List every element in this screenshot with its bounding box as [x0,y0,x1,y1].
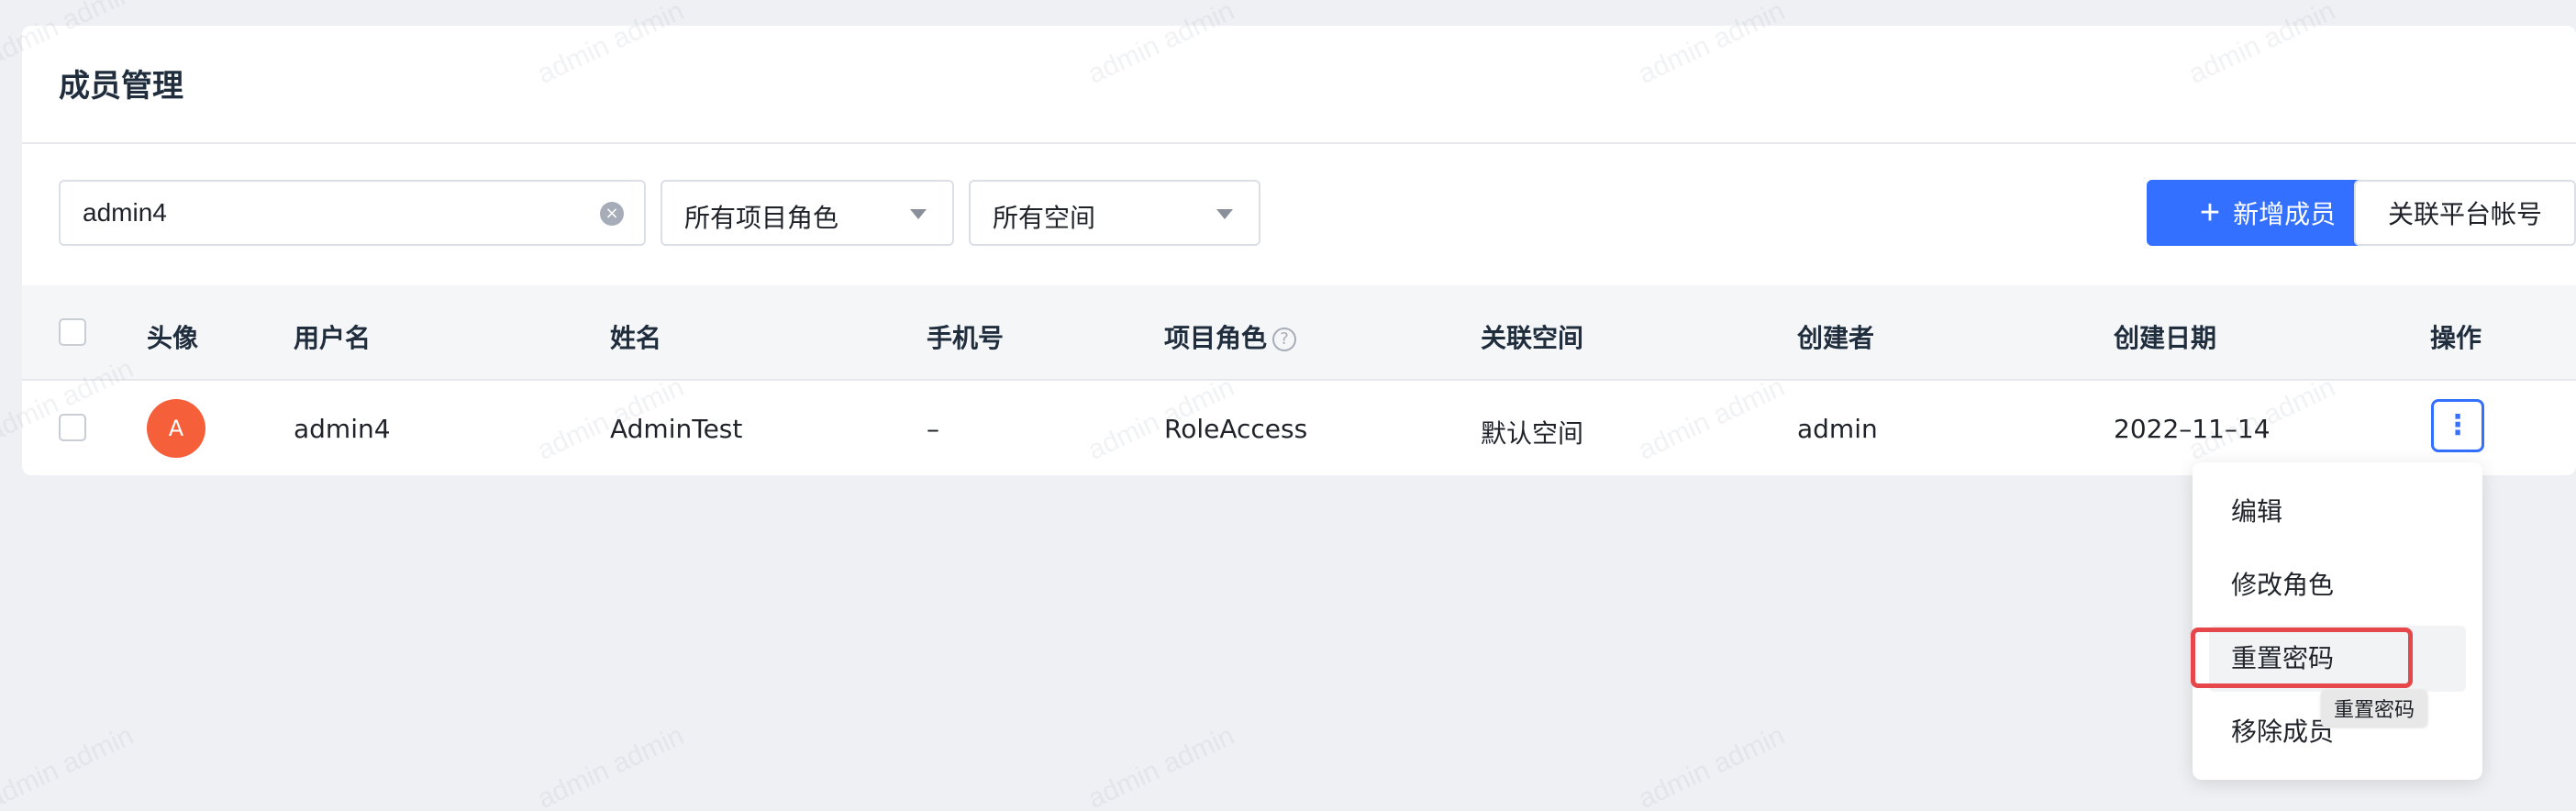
col-phone: 手机号 [927,323,1005,353]
plus-icon: + [2199,194,2221,232]
menu-item-change-role[interactable]: 修改角色 [2209,552,2466,618]
caret-down-icon [910,209,927,219]
add-member-label: 新增成员 [2233,200,2337,228]
page-title: 成员管理 [59,68,183,105]
cell-username: admin4 [294,414,391,444]
cell-space: 默认空间 [1481,418,1584,449]
avatar: A [147,399,205,458]
help-icon[interactable]: ? [1272,328,1297,351]
col-ops: 操作 [2430,323,2482,353]
table-row: A admin4 AdminTest – RoleAccess 默认空间 adm… [22,383,2576,475]
watermark: admin admin [1083,720,1239,811]
col-username: 用户名 [294,323,372,353]
col-name: 姓名 [610,323,662,353]
col-space: 关联空间 [1481,323,1584,353]
role-select[interactable]: 所有项目角色 [661,180,954,246]
row-actions-menu: 编辑 修改角色 重置密码 移除成员 [2193,462,2482,780]
table-header: 头像 用户名 姓名 手机号 项目角色? 关联空间 创建者 创建日期 操作 [22,285,2576,381]
space-select[interactable]: 所有空间 [969,180,1260,246]
watermark: admin admin [532,720,689,811]
watermark: admin admin [0,720,139,811]
cell-name: AdminTest [610,414,743,444]
add-member-button[interactable]: + 新增成员 [2147,180,2389,246]
select-all-checkbox[interactable] [59,318,86,346]
header-divider [22,142,2576,144]
cell-phone: – [927,414,939,444]
space-select-value: 所有空间 [993,203,1096,233]
highlight-box [2191,628,2413,688]
col-date: 创建日期 [2114,323,2217,353]
col-role-label: 项目角色 [1164,323,1268,353]
members-card: 成员管理 × 所有项目角色 所有空间 + 新增成员 关联平台帐号 头像 用户名 … [22,26,2576,475]
menu-item-edit[interactable]: 编辑 [2209,479,2466,545]
tooltip: 重置密码 [2321,690,2428,727]
cell-creator: admin [1797,414,1878,444]
search-input[interactable] [83,182,578,244]
link-account-button[interactable]: 关联平台帐号 [2354,180,2576,246]
role-select-value: 所有项目角色 [684,203,839,233]
cell-date: 2022–11–14 [2114,414,2271,444]
search-field[interactable]: × [59,180,646,246]
caret-down-icon [1216,209,1233,219]
col-creator: 创建者 [1797,323,1875,353]
clear-icon[interactable]: × [600,202,624,226]
more-actions-button[interactable]: ⋮ [2431,399,2484,452]
cell-role: RoleAccess [1164,414,1308,444]
row-checkbox[interactable] [59,414,86,441]
col-avatar: 头像 [147,323,199,353]
col-role: 项目角色? [1164,318,1297,355]
watermark: admin admin [1633,720,1790,811]
